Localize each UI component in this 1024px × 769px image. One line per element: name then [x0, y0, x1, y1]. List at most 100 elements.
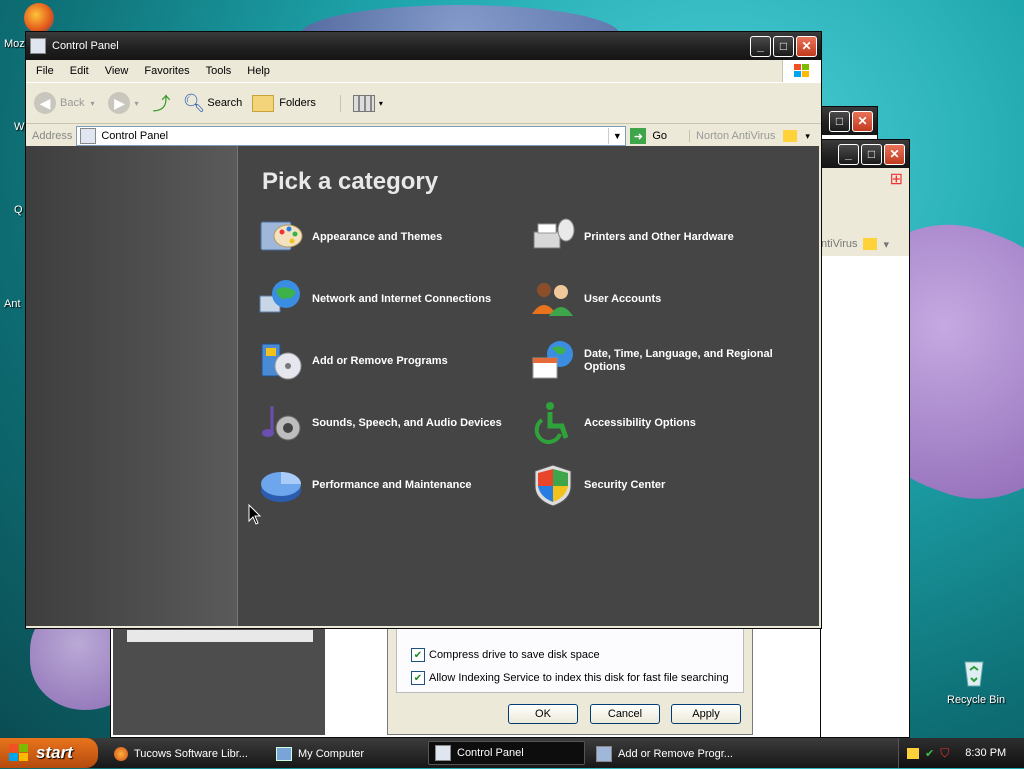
compress-label: Compress drive to save disk space	[429, 649, 600, 661]
system-tray: ✔ ⛉ 8:30 PM	[898, 738, 1024, 768]
menubar: File Edit View Favorites Tools Help	[26, 60, 821, 83]
chevron-down-icon[interactable]: ▼	[608, 128, 625, 144]
minimize-button[interactable]: _	[838, 143, 859, 165]
menubar: ⊞	[821, 168, 909, 190]
clock[interactable]: 8:30 PM	[965, 747, 1006, 759]
norton-icon[interactable]	[783, 130, 798, 142]
control-panel-titlebar[interactable]: Control Panel _ □ ✕	[26, 32, 821, 60]
control-panel-icon	[30, 38, 46, 54]
maximize-button[interactable]: □	[773, 35, 794, 57]
chevron-down-icon[interactable]: ▾	[90, 99, 94, 108]
menu-edit[interactable]: Edit	[62, 65, 97, 77]
minimize-button[interactable]: _	[750, 35, 771, 57]
recycle-bin-label: Recycle Bin	[947, 694, 1006, 706]
maximize-button[interactable]: □	[829, 110, 850, 132]
menu-view[interactable]: View	[97, 65, 137, 77]
category-label: Performance and Maintenance	[312, 479, 472, 491]
menu-file[interactable]: File	[28, 65, 62, 77]
norton-antivirus-label[interactable]: Norton AntiVirus	[689, 130, 775, 142]
recycle-bin-icon[interactable]	[958, 656, 990, 688]
category-network-internet[interactable]: Network and Internet Connections	[258, 276, 491, 322]
category-label: Security Center	[584, 479, 666, 491]
category-label: Appearance and Themes	[312, 231, 443, 243]
category-add-remove-programs[interactable]: Add or Remove Programs	[258, 338, 448, 384]
norton-icon[interactable]	[863, 238, 878, 250]
compress-checkbox[interactable]: ✔	[411, 648, 425, 662]
indexing-checkbox[interactable]: ✔	[411, 671, 425, 685]
views-button[interactable]: ▾	[339, 94, 383, 112]
views-icon	[352, 94, 375, 112]
back-label: Back	[60, 97, 85, 109]
up-folder-icon[interactable]: ⤴	[153, 90, 171, 116]
menu-favorites[interactable]: Favorites	[136, 65, 197, 77]
taskbar-item-label: Tucows Software Libr...	[134, 748, 248, 760]
ok-button[interactable]: OK	[508, 704, 578, 724]
folders-button[interactable]: Folders	[252, 94, 316, 112]
category-security-center[interactable]: Security Center	[530, 462, 665, 508]
properties-panel: ✔ Compress drive to save disk space ✔ Al…	[396, 626, 744, 693]
compress-option[interactable]: ✔ Compress drive to save disk space	[411, 648, 600, 662]
category-sounds-speech-audio[interactable]: Sounds, Speech, and Audio Devices	[258, 400, 502, 446]
close-button[interactable]: ✕	[852, 110, 873, 132]
address-bar: ntiVirus ▾	[821, 232, 909, 256]
close-button[interactable]: ✕	[796, 35, 817, 57]
desktop-icon-label: Ant	[4, 298, 21, 310]
address-input[interactable]: Control Panel ▼	[76, 126, 627, 146]
desktop-icon-label: Q	[14, 204, 23, 216]
chevron-down-icon[interactable]: ▾	[379, 99, 383, 108]
maximize-button[interactable]: □	[861, 143, 882, 165]
appearance-themes-icon	[260, 221, 303, 251]
category-view: Pick a category Appearance and Themes Ne…	[238, 146, 819, 626]
chevron-down-icon[interactable]: ▾	[805, 131, 810, 142]
my-computer-icon	[276, 747, 292, 761]
taskbar-item-tucows[interactable]: Tucows Software Libr...	[108, 739, 265, 769]
background-window-2-titlebar[interactable]: _ □ ✕	[821, 140, 909, 168]
indexing-label: Allow Indexing Service to index this dis…	[429, 672, 729, 684]
accessibility-icon	[534, 402, 569, 444]
menu-help[interactable]: Help	[239, 65, 278, 77]
address-value: Control Panel	[101, 130, 169, 142]
category-performance-maintenance[interactable]: Performance and Maintenance	[258, 462, 472, 508]
category-date-time-language[interactable]: Date, Time, Language, and Regional Optio…	[530, 338, 804, 384]
cancel-button[interactable]: Cancel	[590, 704, 660, 724]
chevron-down-icon[interactable]: ▾	[883, 238, 889, 251]
network-tray-icon[interactable]: ✔	[925, 747, 934, 760]
task-pane	[113, 622, 325, 735]
taskbar-item-control-panel[interactable]: Control Panel	[428, 741, 585, 765]
network-globe-icon	[259, 280, 300, 313]
control-panel-window[interactable]: Control Panel _ □ ✕ File Edit View Favor…	[25, 31, 822, 629]
page-title: Pick a category	[262, 168, 439, 195]
category-appearance-themes[interactable]: Appearance and Themes	[258, 214, 442, 260]
back-button[interactable]: ◀ Back ▾	[34, 92, 94, 114]
search-button[interactable]: 🔍︎ Search	[183, 93, 243, 114]
indexing-option[interactable]: ✔ Allow Indexing Service to index this d…	[411, 671, 729, 685]
performance-pie-icon	[261, 472, 301, 502]
norton-label: ntiVirus	[821, 238, 858, 250]
close-button[interactable]: ✕	[884, 143, 905, 165]
control-panel-icon	[435, 745, 451, 761]
windows-logo	[782, 60, 821, 82]
menu-tools[interactable]: Tools	[198, 65, 240, 77]
category-label: Network and Internet Connections	[312, 293, 492, 305]
chevron-down-icon[interactable]: ▾	[134, 99, 138, 108]
control-panel-icon	[80, 128, 97, 144]
category-accessibility-options[interactable]: Accessibility Options	[530, 400, 696, 446]
norton-tray-icon[interactable]	[907, 747, 919, 759]
category-printers-hardware[interactable]: Printers and Other Hardware	[530, 214, 734, 260]
forward-arrow-icon: ▶	[108, 92, 131, 114]
properties-dialog[interactable]: ✔ Compress drive to save disk space ✔ Al…	[387, 625, 753, 735]
category-label: User Accounts	[584, 293, 662, 305]
go-button[interactable]: ➜ Go	[630, 128, 667, 144]
apply-button[interactable]: Apply	[671, 704, 741, 724]
background-window-2[interactable]: _ □ ✕ ⊞ ntiVirus ▾	[820, 139, 910, 738]
desktop-icon-label: W	[14, 121, 25, 133]
category-user-accounts[interactable]: User Accounts	[530, 276, 661, 322]
start-button[interactable]: start	[0, 738, 98, 768]
category-label: Sounds, Speech, and Audio Devices	[312, 417, 502, 429]
security-tray-icon[interactable]: ⛉	[940, 746, 949, 761]
taskbar-item-my-computer[interactable]: My Computer	[270, 739, 425, 769]
taskbar-item-add-remove[interactable]: Add or Remove Progr...	[590, 739, 747, 769]
firefox-desktop-icon[interactable]	[24, 3, 54, 33]
forward-button[interactable]: ▶ ▾	[108, 92, 139, 114]
toolbar: ◀ Back ▾ ▶ ▾ ⤴ 🔍︎ Search Folders ▾	[26, 83, 821, 124]
